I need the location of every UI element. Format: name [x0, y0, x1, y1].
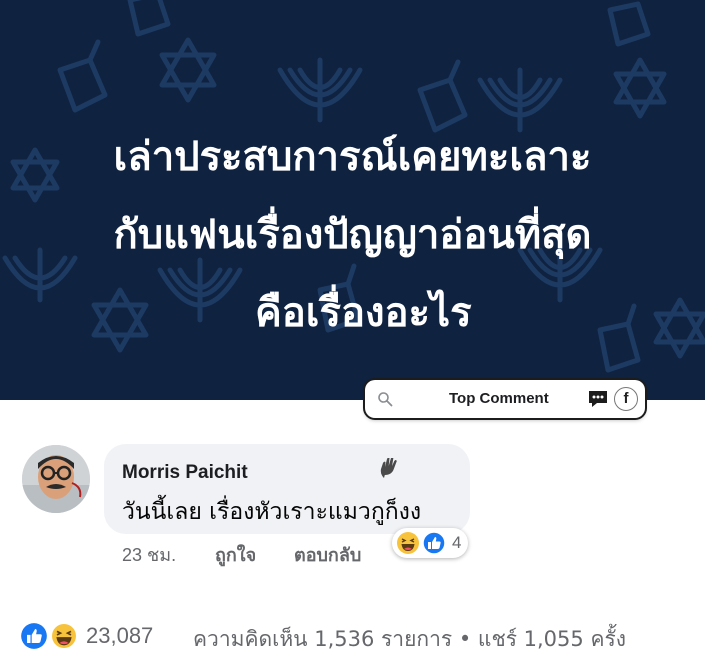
dreidel-icon: [127, 0, 171, 37]
avatar-photo: [22, 445, 90, 513]
headline-line-3: คือเรื่องอะไร: [255, 290, 472, 336]
comment-reactions[interactable]: 4: [392, 528, 468, 558]
post-reaction-count[interactable]: 23,087: [86, 623, 153, 649]
facebook-icon: f: [614, 387, 638, 411]
comment-bubble: Morris Paichit วันนี้เลย เรื่องหัวเราะแม…: [104, 444, 470, 534]
comment-time[interactable]: 23 ชม.: [122, 540, 176, 569]
haha-reaction-icon: [397, 532, 419, 554]
headline-line-2: กับแฟนเรื่องปัญญาอ่อนที่สุด: [113, 212, 592, 258]
menorah-icon: [277, 57, 363, 123]
waving-hand-icon: [380, 458, 397, 478]
reply-button[interactable]: ตอบกลับ: [294, 540, 361, 569]
comment-author[interactable]: Morris Paichit: [122, 462, 248, 484]
post-footer: 23,087 ความคิดเห็น 1,536 รายการ • แชร์ 1…: [0, 618, 705, 654]
avatar[interactable]: [22, 445, 90, 513]
star-of-david-icon: [159, 37, 217, 103]
headline-line-1: เล่าประสบการณ์เคยทะเลาะ: [113, 134, 592, 180]
like-button[interactable]: ถูกใจ: [215, 540, 256, 569]
dreidel-icon: [607, 1, 651, 47]
haha-reaction-icon: [50, 622, 78, 650]
dreidel-icon: [57, 39, 108, 113]
post-stats[interactable]: ความคิดเห็น 1,536 รายการ • แชร์ 1,055 คร…: [193, 623, 626, 656]
post-image-banner: เล่าประสบการณ์เคยทะเลาะ กับแฟนเรื่องปัญญ…: [0, 0, 705, 400]
post-headline: เล่าประสบการณ์เคยทะเลาะ กับแฟนเรื่องปัญญ…: [0, 118, 705, 352]
like-reaction-icon: [21, 623, 47, 649]
like-reaction-icon: [422, 531, 446, 555]
top-comment-label: Top Comment: [449, 390, 549, 407]
chat-bubble-icon: [589, 391, 607, 407]
search-icon[interactable]: [377, 391, 393, 407]
star-of-david-icon: [613, 57, 667, 119]
top-comment-bar: Top Comment f: [365, 380, 645, 418]
comment-reaction-count: 4: [452, 533, 462, 552]
comment-text: วันนี้เลย เรื่องหัวเราะแมวกูก็งง: [122, 499, 422, 525]
